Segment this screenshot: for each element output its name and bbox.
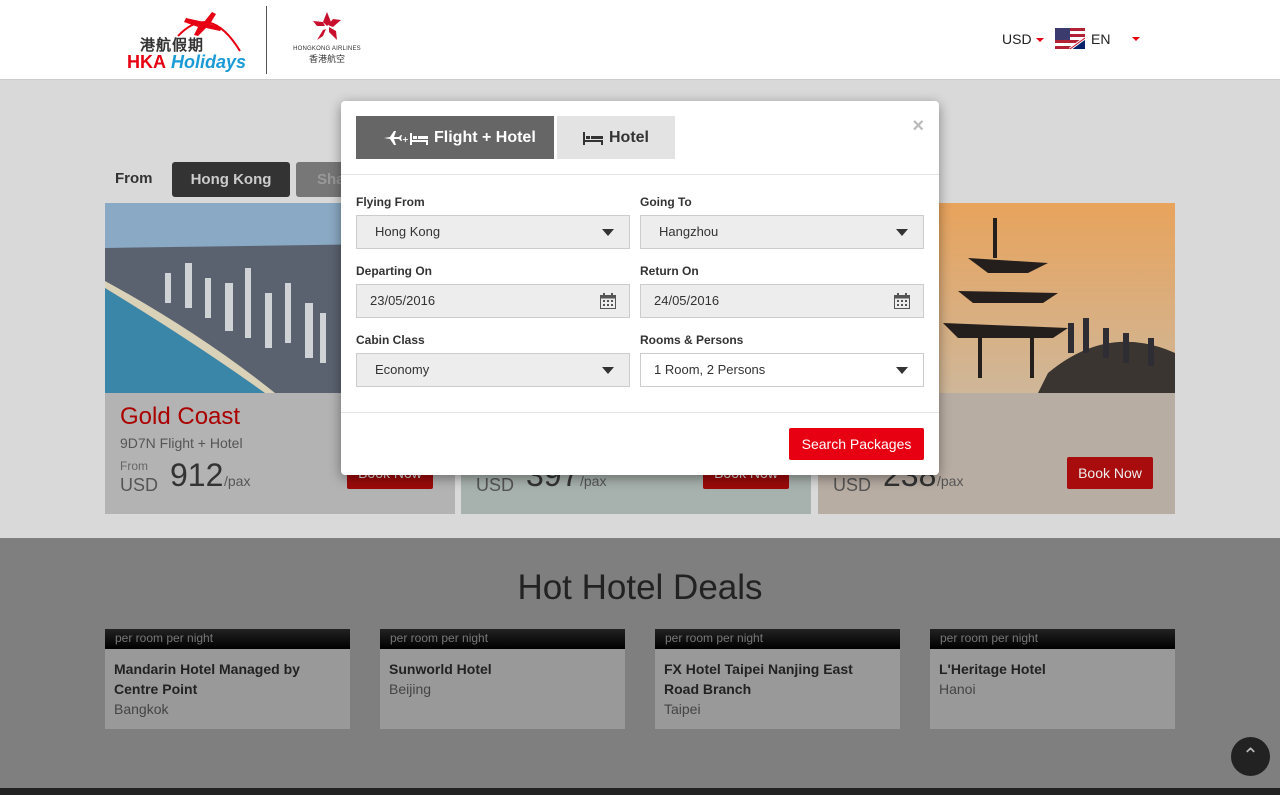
date-value: 24/05/2016: [654, 293, 720, 308]
hotel-name: FX Hotel Taipei Nanjing East Road Branch: [664, 661, 853, 697]
scroll-to-top-button[interactable]: ⌃: [1231, 737, 1270, 776]
departing-label: Departing On: [356, 264, 433, 278]
modal-header: + Flight + Hotel Hotel ×: [341, 101, 939, 175]
rooms-persons-select[interactable]: 1 Room, 2 Persons: [640, 353, 924, 387]
caret-down-icon: [1035, 38, 1044, 43]
site-header: 港航假期 HKA Holidays HONGKONG AIRLINES 香港航空…: [0, 0, 1280, 80]
brand-english-name: HKA Holidays: [127, 52, 247, 72]
hotel-deal-card[interactable]: per room per night FX Hotel Taipei Nanji…: [655, 629, 900, 729]
departing-date-input[interactable]: 23/05/2016: [356, 284, 630, 318]
card-price-unit: /pax: [937, 473, 964, 489]
card-currency: USD: [476, 475, 515, 495]
card-from-label: From: [120, 459, 148, 473]
us-uk-flag-icon[interactable]: [1055, 28, 1085, 49]
price-bar: per room per night: [655, 629, 900, 649]
cabin-class-select[interactable]: Economy: [356, 353, 630, 387]
search-packages-button[interactable]: Search Packages: [789, 428, 924, 460]
hka-holidays-logo[interactable]: 港航假期 HKA Holidays: [120, 6, 250, 74]
airline-chinese-name: 香港航空: [308, 54, 345, 64]
tab-flight-hotel[interactable]: + Flight + Hotel: [356, 116, 554, 159]
plane-plus-bed-icon: +: [384, 130, 428, 145]
hongkong-airlines-logo[interactable]: HONGKONG AIRLINES 香港航空: [284, 10, 370, 70]
book-now-button[interactable]: Book Now: [1067, 457, 1153, 489]
card-price: 912: [170, 457, 224, 493]
price-bar: per room per night: [105, 629, 350, 649]
hotel-city: Bangkok: [114, 701, 169, 717]
chevron-up-icon: ⌃: [1242, 745, 1259, 767]
hotel-city: Beijing: [389, 681, 432, 697]
card-destination: Gold Coast: [120, 403, 241, 430]
bed-icon: [583, 131, 603, 145]
footer-strip: [0, 788, 1280, 795]
hotel-deal-card[interactable]: per room per night L'Heritage Hotel Hano…: [930, 629, 1175, 729]
select-value: Hangzhou: [659, 224, 719, 239]
card-price-unit: /pax: [224, 473, 251, 489]
select-value: 1 Room, 2 Persons: [654, 362, 766, 377]
select-value: Hong Kong: [375, 224, 441, 239]
origin-label: From: [115, 170, 153, 187]
tab-label: Hotel: [609, 129, 649, 146]
svg-text:+: +: [402, 135, 409, 144]
select-value: Economy: [375, 362, 430, 377]
hotel-deal-card[interactable]: per room per night Sunworld Hotel Beijin…: [380, 629, 625, 729]
caret-down-icon[interactable]: [1132, 37, 1140, 41]
hotel-city: Hanoi: [939, 681, 976, 697]
package-search-modal: + Flight + Hotel Hotel × Flying From Hon…: [341, 101, 939, 475]
card-price-unit: /pax: [580, 473, 607, 489]
flying-from-label: Flying From: [356, 195, 425, 209]
hotel-name: L'Heritage Hotel: [939, 661, 1046, 677]
caret-down-icon: [602, 367, 614, 374]
modal-footer-divider: [341, 412, 939, 413]
hot-hotel-deals-section: Hot Hotel Deals per room per night Manda…: [0, 538, 1280, 795]
flying-from-select[interactable]: Hong Kong: [356, 215, 630, 249]
rooms-persons-label: Rooms & Persons: [640, 333, 744, 347]
caret-down-icon: [896, 367, 908, 374]
card-package: 9D7N Flight + Hotel: [120, 435, 243, 451]
bauhinia-flower-icon: [313, 12, 341, 40]
logo-divider: [266, 6, 267, 74]
card-currency: USD: [120, 475, 159, 495]
hotel-name: Sunworld Hotel: [389, 661, 492, 677]
hotel-deal-card[interactable]: per room per night Mandarin Hotel Manage…: [105, 629, 350, 729]
section-title: Hot Hotel Deals: [517, 568, 763, 607]
origin-tab-hong-kong[interactable]: Hong Kong: [172, 162, 290, 197]
return-date-input[interactable]: 24/05/2016: [640, 284, 924, 318]
tab-hotel[interactable]: Hotel: [557, 116, 675, 159]
cabin-class-label: Cabin Class: [356, 333, 425, 347]
caret-down-icon: [602, 229, 614, 236]
language-selector[interactable]: EN: [1091, 31, 1110, 47]
tab-label: Flight + Hotel: [434, 129, 536, 146]
going-to-label: Going To: [640, 195, 692, 209]
hotel-city: Taipei: [664, 701, 701, 717]
card-currency: USD: [833, 475, 872, 495]
close-icon[interactable]: ×: [912, 115, 924, 138]
calendar-icon[interactable]: [600, 293, 616, 309]
hotel-name: Mandarin Hotel Managed by Centre Point: [114, 661, 300, 697]
date-value: 23/05/2016: [370, 293, 436, 308]
caret-down-icon: [896, 229, 908, 236]
calendar-icon[interactable]: [894, 293, 910, 309]
currency-selector[interactable]: USD: [1002, 31, 1044, 47]
return-label: Return On: [640, 264, 699, 278]
price-bar: per room per night: [380, 629, 625, 649]
price-bar: per room per night: [930, 629, 1175, 649]
currency-label: USD: [1002, 31, 1032, 47]
going-to-select[interactable]: Hangzhou: [640, 215, 924, 249]
